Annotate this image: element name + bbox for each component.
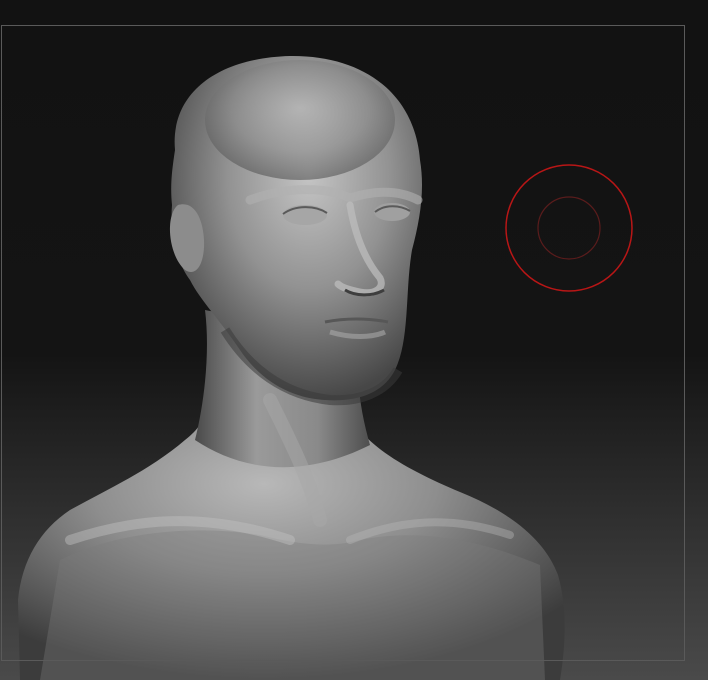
model-chest-shadow bbox=[40, 530, 545, 680]
brush-cursor-icon bbox=[505, 164, 633, 292]
brush-outer-ring bbox=[505, 164, 633, 292]
brush-inner-ring bbox=[537, 196, 601, 260]
sculpt-model[interactable] bbox=[0, 0, 708, 680]
model-cranium-highlight bbox=[205, 60, 395, 180]
sculpt-viewport[interactable] bbox=[0, 0, 708, 680]
